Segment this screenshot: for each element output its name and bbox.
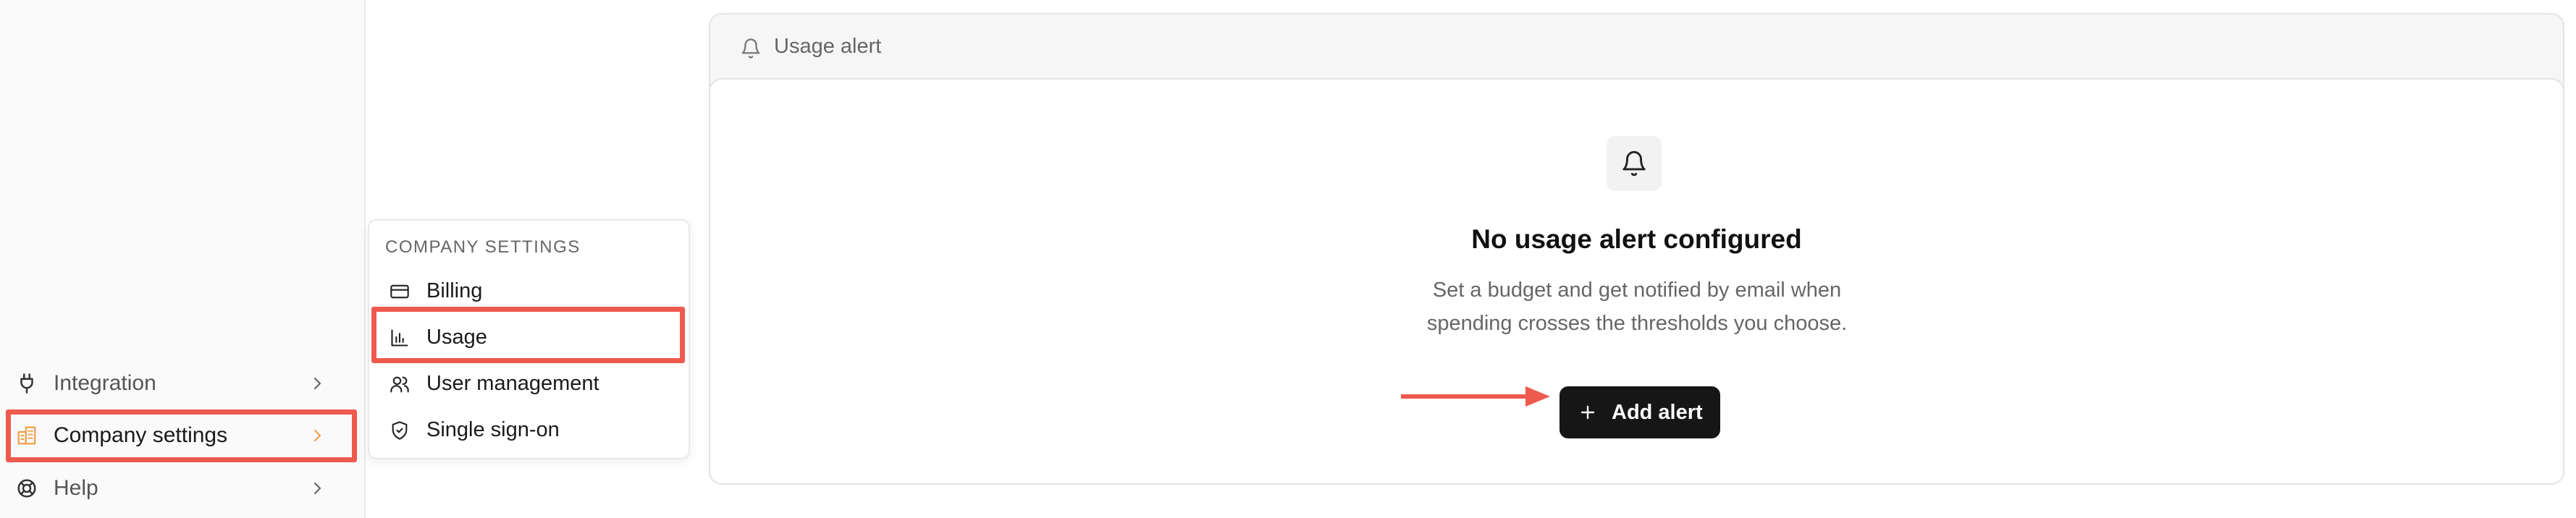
empty-state-icon-tile (1607, 136, 1662, 191)
empty-state-description: Set a budget and get notified by email w… (1420, 273, 1854, 340)
bell-icon (1622, 150, 1646, 177)
flyout-item-label: Billing (426, 279, 483, 302)
chevron-right-icon (313, 482, 321, 495)
flyout-item-user-management[interactable]: User management (379, 363, 679, 404)
chevron-right-icon (313, 377, 321, 390)
sidebar-item-label: Integration (54, 371, 156, 395)
empty-state-description-line: Set a budget and get notified by email w… (1432, 279, 1842, 302)
flyout-item-billing[interactable]: Billing (379, 271, 679, 311)
usage-alert-card: Usage alert No usage alert configured Se… (709, 13, 2564, 485)
plug-icon (20, 373, 33, 394)
flyout-item-label: Single sign-on (426, 418, 560, 441)
shield-check-icon (392, 421, 408, 440)
highlight-usage (371, 307, 685, 363)
empty-state-description-line: spending crosses the thresholds you choo… (1426, 312, 1848, 335)
highlight-company-settings (6, 409, 357, 462)
add-alert-button-label: Add alert (1612, 401, 1703, 424)
flyout-item-single-sign-on[interactable]: Single sign-on (379, 409, 679, 450)
empty-state: No usage alert configured Set a budget a… (709, 78, 2564, 485)
flyout-item-label: User management (426, 372, 599, 395)
sidebar-item-integration[interactable]: Integration (7, 362, 355, 405)
empty-state-title: No usage alert configured (1471, 224, 1802, 254)
credit-card-icon (390, 284, 409, 299)
sidebar-item-help[interactable]: Help (7, 467, 355, 510)
add-alert-button[interactable]: Add alert (1560, 386, 1720, 438)
card-title: Usage alert (774, 35, 882, 58)
sidebar-item-label: Help (54, 476, 98, 500)
bell-icon (741, 38, 760, 59)
plus-icon (1580, 405, 1595, 420)
users-icon (390, 376, 409, 393)
arrow-right-icon (1401, 386, 1550, 407)
flyout-heading: COMPANY SETTINGS (385, 237, 581, 257)
lifebuoy-icon (17, 479, 36, 498)
